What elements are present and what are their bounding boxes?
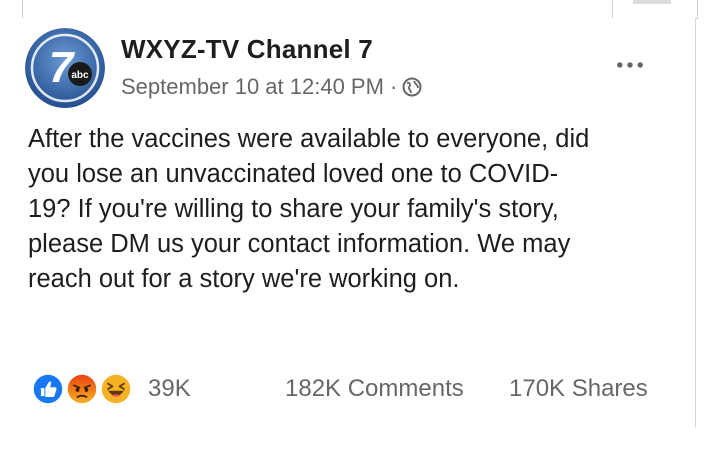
reaction-count: 39K [148, 375, 191, 402]
reaction-icons [30, 371, 138, 407]
page-avatar[interactable]: 7 abc [25, 28, 105, 108]
haha-icon [98, 371, 134, 407]
post-text-line: After the vaccines were available to eve… [28, 125, 590, 153]
page-name-link[interactable]: WXYZ-TV Channel 7 [121, 34, 373, 65]
post-text-line: you lose an unvaccinated loved one to CO… [28, 160, 559, 188]
previous-post-button[interactable] [633, 0, 671, 4]
screenshot: 7 abc WXYZ-TV Channel 7 September 10 at … [0, 0, 720, 456]
post-meta: September 10 at 12:40 PM · [121, 74, 422, 100]
previous-post-edge [22, 0, 698, 19]
post-timestamp-link[interactable]: September 10 at 12:40 PM [121, 74, 384, 100]
globe-icon[interactable] [402, 77, 422, 97]
divider [612, 0, 613, 18]
angry-icon [64, 371, 100, 407]
like-icon [30, 371, 66, 407]
shares-count-link[interactable]: 170K Shares [509, 375, 648, 403]
post-text-line: reach out for a story we're working on. [28, 265, 460, 293]
post-text-line: please DM us your contact information. W… [28, 230, 571, 258]
meta-separator: · [389, 74, 398, 99]
comments-count-link[interactable]: 182K Comments [285, 375, 464, 403]
post-text-line: 19? If you're willing to share your fami… [28, 195, 559, 223]
svg-text:abc: abc [71, 70, 89, 81]
ellipsis-icon [617, 62, 643, 68]
more-options-button[interactable] [610, 50, 650, 80]
post-card: 7 abc WXYZ-TV Channel 7 September 10 at … [0, 18, 696, 428]
wxyz-logo-icon: 7 abc [25, 28, 105, 108]
reactions-summary[interactable]: 39K [30, 371, 191, 407]
post-body: After the vaccines were available to eve… [28, 122, 683, 297]
